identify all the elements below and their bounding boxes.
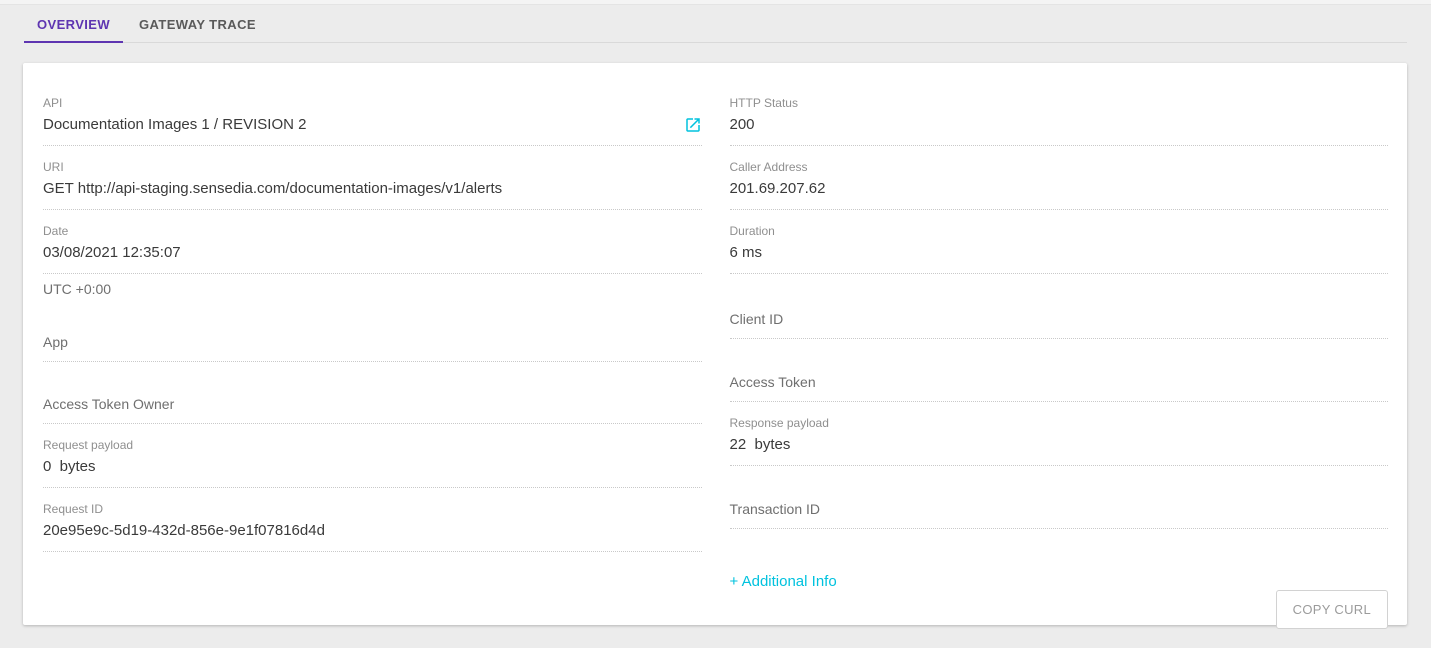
- tab-gateway-trace[interactable]: GATEWAY TRACE: [123, 5, 272, 43]
- field-client-id: Client ID: [730, 311, 1389, 339]
- request-payload-label: Request payload: [43, 438, 702, 452]
- field-date: Date 03/08/2021 12:35:07: [43, 224, 702, 274]
- duration-label: Duration: [730, 224, 1389, 238]
- app-label: App: [43, 334, 702, 350]
- transaction-id-label: Transaction ID: [730, 501, 1389, 517]
- field-access-token-owner: Access Token Owner: [43, 396, 702, 424]
- field-duration: Duration 6 ms: [730, 224, 1389, 274]
- tab-bar: OVERVIEW GATEWAY TRACE: [0, 5, 1431, 43]
- field-api: API Documentation Images 1 / REVISION 2: [43, 96, 702, 146]
- uri-value: GET http://api-staging.sensedia.com/docu…: [43, 179, 702, 199]
- additional-info-link[interactable]: + Additional Info: [730, 573, 837, 590]
- copy-curl-button[interactable]: COPY CURL: [1276, 590, 1388, 629]
- field-uri: URI GET http://api-staging.sensedia.com/…: [43, 160, 702, 210]
- left-column: API Documentation Images 1 / REVISION 2 …: [43, 96, 702, 606]
- duration-value: 6 ms: [730, 243, 1389, 263]
- field-transaction-id: Transaction ID: [730, 501, 1389, 529]
- open-in-new-icon[interactable]: [684, 116, 702, 134]
- api-value: Documentation Images 1 / REVISION 2: [43, 115, 306, 135]
- access-token-owner-label: Access Token Owner: [43, 396, 702, 412]
- field-request-payload: Request payload 0 bytes: [43, 438, 702, 488]
- date-label: Date: [43, 224, 702, 238]
- access-token-label: Access Token: [730, 374, 1389, 390]
- field-response-payload: Response payload 22 bytes: [730, 416, 1389, 466]
- field-request-id: Request ID 20e95e9c-5d19-432d-856e-9e1f0…: [43, 502, 702, 552]
- field-app: App: [43, 334, 702, 362]
- trace-overview-card: API Documentation Images 1 / REVISION 2 …: [23, 63, 1407, 625]
- utc-offset-note: UTC +0:00: [43, 281, 702, 297]
- request-id-value: 20e95e9c-5d19-432d-856e-9e1f07816d4d: [43, 521, 702, 541]
- right-column: HTTP Status 200 Caller Address 201.69.20…: [730, 96, 1389, 606]
- date-value: 03/08/2021 12:35:07: [43, 243, 702, 263]
- field-caller-address: Caller Address 201.69.207.62: [730, 160, 1389, 210]
- field-access-token: Access Token: [730, 374, 1389, 402]
- client-id-label: Client ID: [730, 311, 1389, 327]
- field-http-status: HTTP Status 200: [730, 96, 1389, 146]
- response-payload-label: Response payload: [730, 416, 1389, 430]
- tab-overview[interactable]: OVERVIEW: [24, 5, 123, 43]
- request-payload-value: 0 bytes: [43, 457, 702, 477]
- caller-address-value: 201.69.207.62: [730, 179, 1389, 199]
- http-status-value: 200: [730, 115, 1389, 135]
- api-label: API: [43, 96, 702, 110]
- request-id-label: Request ID: [43, 502, 702, 516]
- uri-label: URI: [43, 160, 702, 174]
- http-status-label: HTTP Status: [730, 96, 1389, 110]
- response-payload-value: 22 bytes: [730, 435, 1389, 455]
- button-row: COPY CURL: [730, 590, 1389, 629]
- caller-address-label: Caller Address: [730, 160, 1389, 174]
